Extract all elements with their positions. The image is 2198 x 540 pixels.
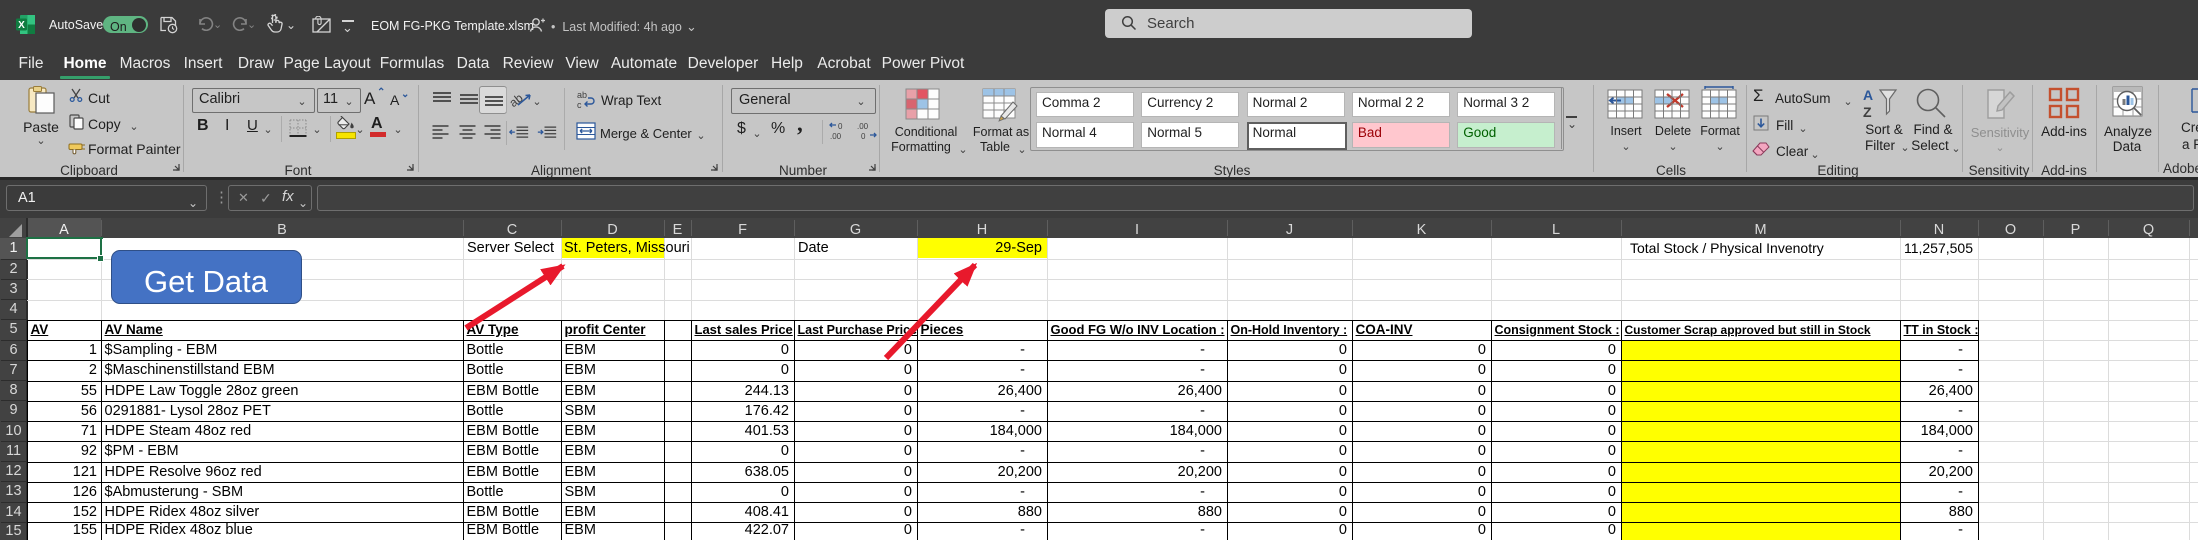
svg-text:0: 0: [838, 122, 843, 131]
svg-text:c: c: [577, 100, 582, 109]
svg-text:ab: ab: [577, 90, 587, 100]
svg-text:.00: .00: [830, 132, 842, 141]
svg-text:X: X: [18, 20, 25, 31]
svg-text:Z: Z: [1863, 104, 1872, 120]
svg-text:0: 0: [861, 132, 866, 141]
svg-text:A: A: [1863, 87, 1873, 103]
svg-text:.00: .00: [857, 122, 869, 131]
